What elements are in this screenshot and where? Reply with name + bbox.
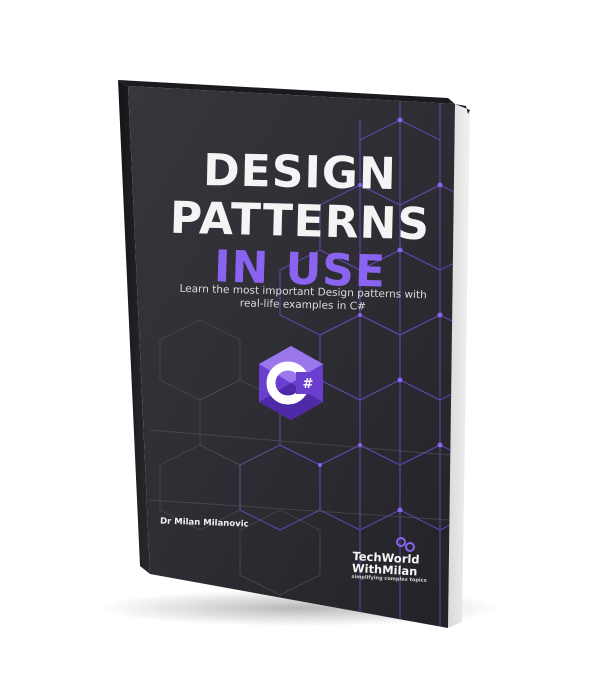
csharp-logo-icon: # — [259, 346, 323, 420]
svg-text:#: # — [303, 377, 314, 392]
brand-logo-icon — [396, 537, 415, 552]
publisher-brand: TechWorld WithMilan simplifying complex … — [351, 549, 428, 585]
book-mockup-scene: DESIGN PATTERNS IN USE Learn the most im… — [0, 0, 600, 690]
